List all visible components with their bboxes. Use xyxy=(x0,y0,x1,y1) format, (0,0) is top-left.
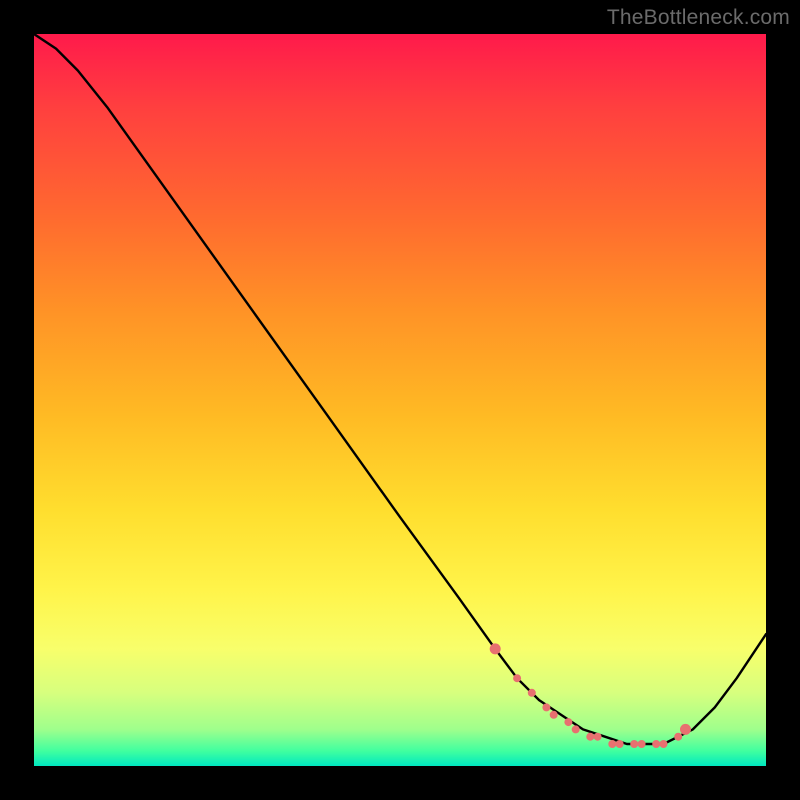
marker-dot xyxy=(638,740,646,748)
marker-dot xyxy=(542,703,550,711)
curve-layer xyxy=(34,34,766,744)
watermark-text: TheBottleneck.com xyxy=(607,6,790,30)
marker-dot xyxy=(586,733,594,741)
marker-dot xyxy=(490,643,501,654)
chart-gradient-plot xyxy=(34,34,766,766)
marker-dot xyxy=(513,674,521,682)
marker-dot xyxy=(608,740,616,748)
marker-dot xyxy=(550,711,558,719)
marker-dot xyxy=(564,718,572,726)
marker-dot xyxy=(680,724,691,735)
marker-dot xyxy=(660,740,668,748)
marker-dot xyxy=(674,733,682,741)
marker-dot xyxy=(652,740,660,748)
marker-dot xyxy=(572,725,580,733)
marker-dot xyxy=(528,689,536,697)
chart-frame: TheBottleneck.com xyxy=(0,0,800,800)
chart-svg xyxy=(34,34,766,766)
marker-dot xyxy=(630,740,638,748)
marker-dot xyxy=(594,733,602,741)
bottleneck-curve xyxy=(34,34,766,744)
marker-dot xyxy=(616,740,624,748)
